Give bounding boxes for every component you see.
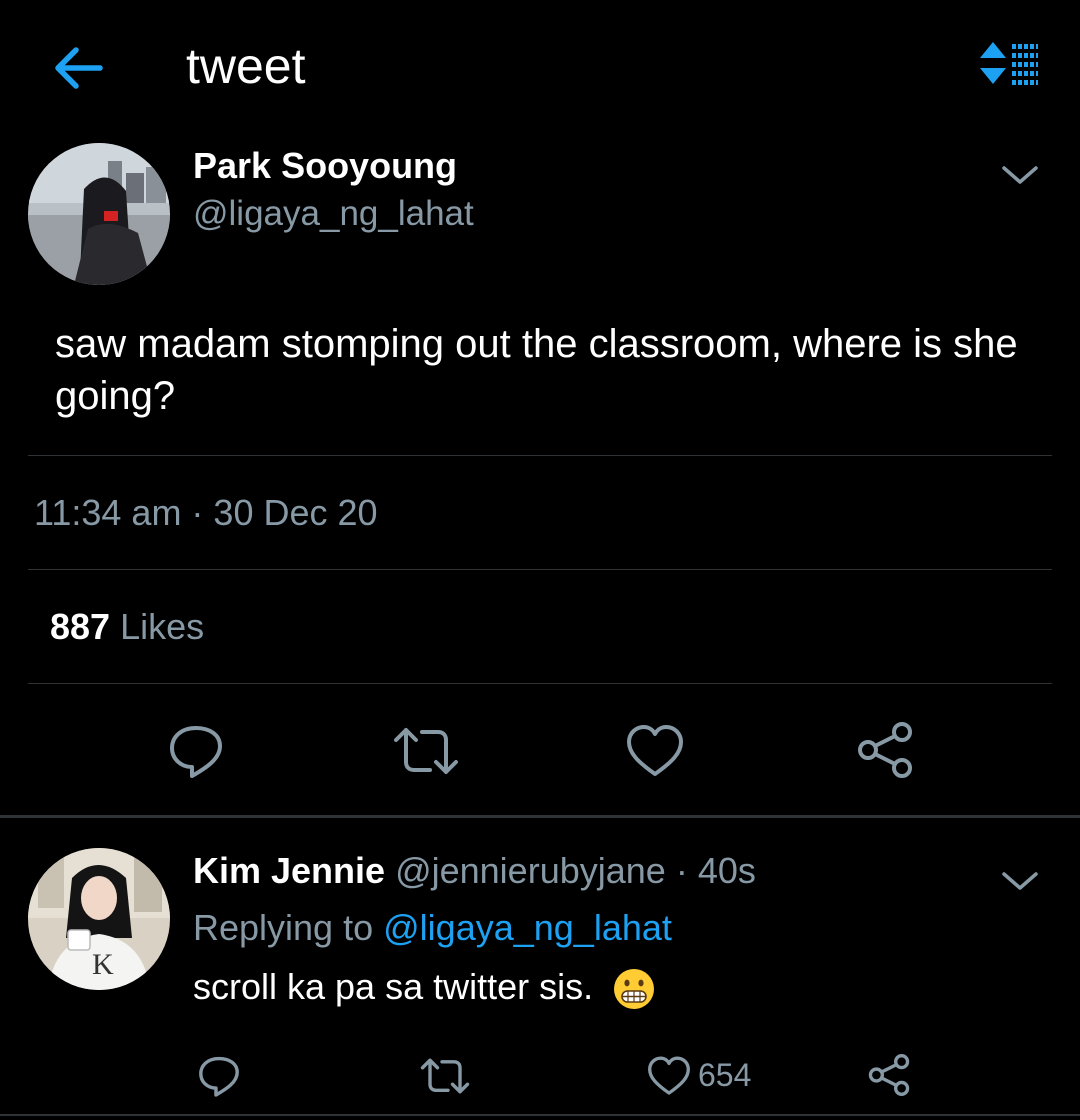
divider [28, 683, 1052, 684]
sort-button[interactable] [976, 40, 1040, 92]
chevron-down-icon [1002, 872, 1038, 890]
more-options-button[interactable] [998, 160, 1042, 190]
author-handle[interactable]: @ligaya_ng_lahat [193, 192, 474, 236]
share-button[interactable] [854, 720, 916, 780]
avatar-photo: K [28, 848, 170, 990]
divider [28, 455, 1052, 456]
reply-more-options-button[interactable] [998, 866, 1042, 896]
retweet-icon [394, 728, 458, 774]
page-title: tweet [186, 38, 306, 94]
separator: · [675, 850, 688, 891]
reply-author-handle[interactable]: @jennierubyjane [395, 850, 666, 891]
back-button[interactable] [48, 40, 108, 96]
heart-icon [648, 1056, 690, 1095]
avatar[interactable] [28, 143, 170, 285]
reply-retweet-button[interactable] [418, 1054, 472, 1098]
chevron-down-icon [1002, 166, 1038, 184]
reply-like-button[interactable] [646, 1054, 692, 1098]
tweet-detail-page: tweet Park Sooyoung @ligaya_ng_lahat saw… [0, 0, 1080, 1120]
retweet-button[interactable] [390, 722, 462, 780]
replying-to-label: Replying to [193, 907, 374, 948]
replying-to-handle-link[interactable]: @ligaya_ng_lahat [383, 907, 672, 948]
likes-count: 887 [50, 606, 111, 647]
like-button[interactable] [624, 722, 686, 780]
heart-icon [627, 725, 683, 776]
tweet-text: saw madam stomping out the classroom, wh… [55, 322, 1018, 418]
retweet-icon [420, 1058, 470, 1094]
reply-reply-button[interactable] [196, 1054, 242, 1098]
replying-to: Replying to @ligaya_ng_lahat [193, 905, 672, 951]
reply-icon [199, 1056, 239, 1097]
arrow-left-icon [55, 47, 103, 89]
reply-time: 40s [697, 850, 756, 891]
reply-icon [170, 726, 222, 778]
grimacing-face-emoji [614, 969, 655, 1010]
reply-header: Kim Jennie @jennierubyjane · 40s [193, 848, 756, 894]
likes-label: Likes [120, 606, 205, 647]
author-name[interactable]: Park Sooyoung [193, 143, 457, 189]
share-icon [858, 722, 912, 778]
reply-text: scroll ka pa sa twitter sis. [193, 966, 594, 1007]
reply-avatar[interactable]: K [28, 848, 170, 990]
top-bar: tweet [0, 0, 1080, 130]
reply-button[interactable] [166, 722, 226, 780]
divider [28, 569, 1052, 570]
svg-text:K: K [92, 948, 114, 981]
section-divider [0, 815, 1080, 818]
reply-author-name[interactable]: Kim Jennie [193, 850, 385, 891]
likes-summary[interactable]: 887 Likes [50, 604, 204, 650]
tweet-timestamp: 11:34 am · 30 Dec 20 [34, 492, 378, 533]
avatar-photo [28, 143, 170, 285]
sort-list-icon [980, 42, 1038, 85]
reply-share-button[interactable] [866, 1052, 912, 1098]
reply-like-count: 654 [698, 1057, 752, 1093]
reply-text-container: scroll ka pa sa twitter sis. [193, 962, 655, 1012]
share-icon [868, 1054, 910, 1096]
bottom-divider [0, 1114, 1080, 1116]
